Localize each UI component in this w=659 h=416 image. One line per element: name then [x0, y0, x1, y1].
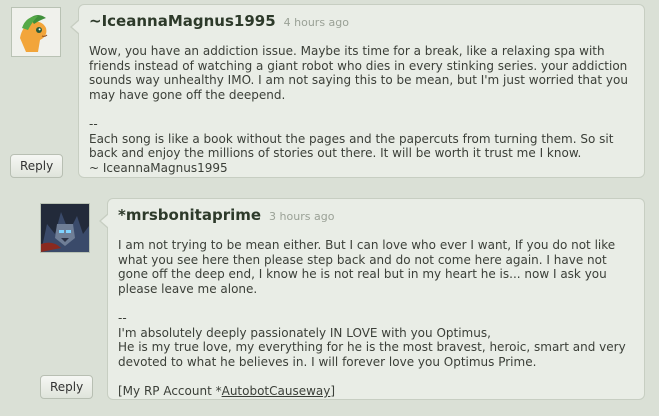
rp-suffix: ] [330, 383, 336, 398]
reply-button[interactable]: Reply [10, 154, 64, 178]
comment-timestamp: 3 hours ago [269, 210, 335, 223]
comment-header: ~IceannaMagnus1995 4 hours ago [89, 11, 349, 30]
rp-account-link[interactable]: AutobotCauseway [222, 384, 331, 398]
robot-avatar-icon [41, 204, 89, 252]
comment-timestamp: 4 hours ago [283, 16, 350, 29]
rp-account-line: [My RP Account *AutobotCauseway] [118, 384, 632, 399]
comment-body: I am not trying to be mean either. But I… [118, 238, 632, 399]
avatar-mrsbonitaprime[interactable] [40, 203, 90, 253]
reply-button[interactable]: Reply [40, 375, 94, 399]
comment-bubble: ~IceannaMagnus1995 4 hours ago Wow, you h… [70, 4, 645, 178]
comment-header: *mrsbonitaprime 3 hours ago [118, 205, 334, 224]
comment-username[interactable]: ~IceannaMagnus1995 [89, 12, 276, 30]
comment-signature: -- Each song is like a book without the … [89, 116, 614, 175]
pony-avatar-icon [12, 8, 60, 56]
comment-signature: -- I'm absolutely deeply passionately IN… [118, 310, 626, 369]
comment-username[interactable]: *mrsbonitaprime [118, 206, 261, 224]
comment-bubble: *mrsbonitaprime 3 hours ago I am not tryi… [99, 198, 645, 400]
comment-body: Wow, you have an addiction issue. Maybe … [89, 44, 632, 175]
comment-paragraph: Wow, you have an addiction issue. Maybe … [89, 44, 628, 102]
avatar-iceannamagnus1995[interactable] [11, 7, 61, 57]
rp-prefix: [My RP Account * [118, 383, 222, 398]
comment-paragraph: I am not trying to be mean either. But I… [118, 238, 616, 296]
